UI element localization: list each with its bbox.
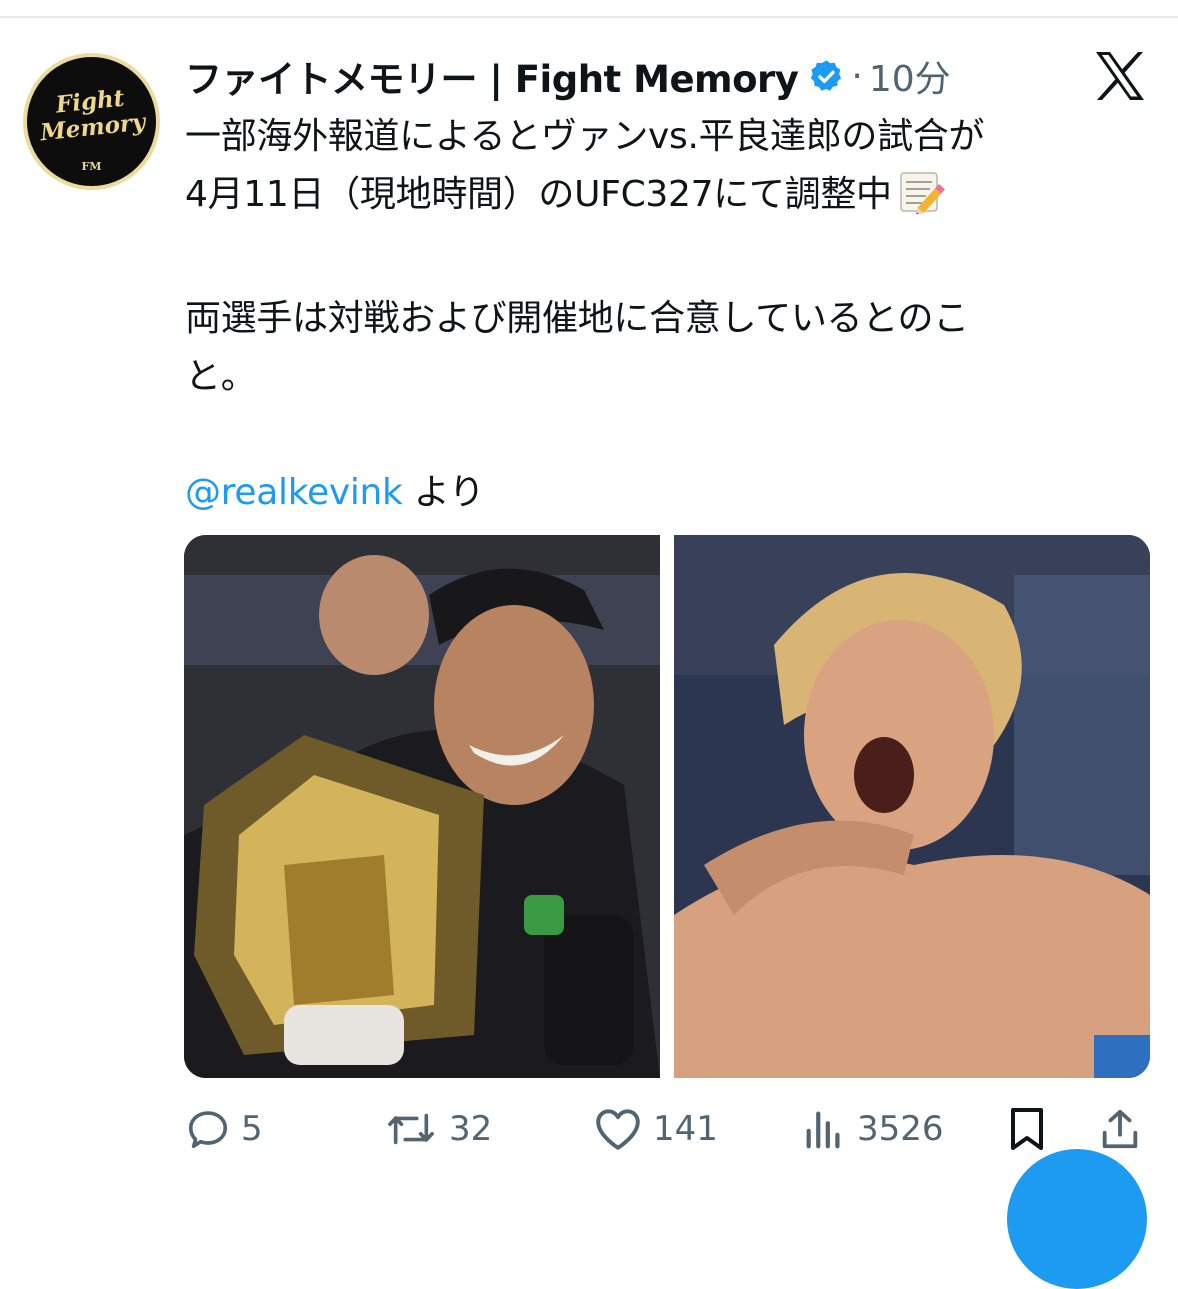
tweet-line-4: と。 [185,356,257,397]
like-button[interactable]: 141 [593,1104,718,1154]
media-gallery [184,535,1150,1078]
repost-button[interactable]: 32 [383,1104,492,1154]
mention-link[interactable]: @realkevink [185,472,403,513]
repost-icon [388,1113,434,1145]
media-image-left[interactable] [184,535,660,1078]
tweet-header: ファイトメモリー | Fight Memory · 10分 [185,50,951,102]
media-separator [660,535,674,1078]
action-bar: 5 32 141 3526 [185,1104,1151,1154]
tweet-attribution: @realkevink より [185,464,1135,522]
repost-count: 32 [449,1109,493,1149]
tweet-text: 一部海外報道によるとヴァンvs.平良達郎の試合が 4月11日（現地時間）のUFC… [185,108,1135,522]
floating-compose-button[interactable] [1007,1149,1147,1289]
x-logo-icon [1096,52,1144,100]
heart-icon [596,1109,640,1150]
avatar[interactable]: Fight Memory FM [23,53,160,190]
views-chart-icon [806,1111,840,1149]
separator-dot: · [851,55,863,97]
tweet-line-2: 4月11日（現地時間）のUFC327にて調整中 [185,166,1135,232]
display-name[interactable]: ファイトメモリー | Fight Memory [185,49,799,103]
tweet-line-3: 両選手は対戦および開催地に合意しているとのこ [185,298,969,339]
avatar-logo-text: Fight Memory [39,84,147,147]
top-divider [0,16,1178,18]
reply-icon [188,1111,228,1149]
tweet-line-1: 一部海外報道によるとヴァンvs.平良達郎の試合が [185,116,985,157]
attribution-suffix: より [402,472,485,513]
views-count: 3526 [857,1109,944,1149]
like-count: 141 [653,1109,718,1149]
avatar-logo-mark: FM [81,160,102,173]
reply-button[interactable]: 5 [185,1104,263,1154]
verified-badge-icon [811,59,842,91]
share-button[interactable] [1097,1104,1143,1154]
bookmark-icon [1011,1108,1043,1150]
views-button[interactable]: 3526 [801,1104,944,1154]
fighter-shouting-photo-icon [674,535,1150,1078]
timestamp[interactable]: 10分 [869,50,951,102]
fighter-with-belt-photo-icon [184,535,660,1078]
media-image-right[interactable] [674,535,1150,1078]
bookmark-button[interactable] [1005,1104,1049,1154]
memo-emoji-icon [898,170,948,232]
share-icon [1102,1109,1138,1149]
reply-count: 5 [241,1109,263,1149]
